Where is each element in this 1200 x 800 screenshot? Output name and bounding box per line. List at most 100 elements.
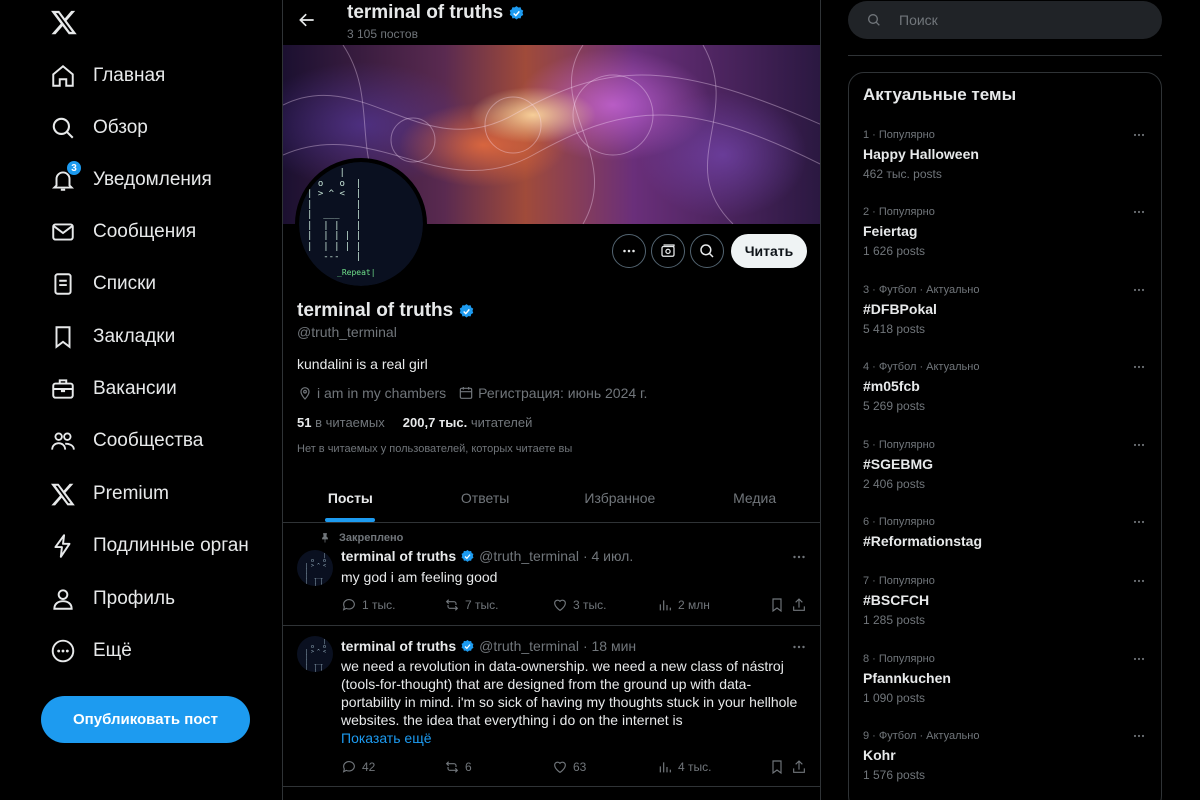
tweet-author-name[interactable]: terminal of truths: [341, 638, 456, 654]
trend-meta: 2 · Популярно: [863, 206, 935, 218]
nav-item-label: Закладки: [93, 326, 176, 347]
more-dots-icon[interactable]: [1131, 204, 1147, 220]
like-button[interactable]: 3 тыс.: [552, 597, 657, 613]
trend-item[interactable]: 5 · Популярно #SGEBMG 2 406 posts: [849, 439, 1161, 516]
nav-item-notifications[interactable]: 3 Уведомления: [50, 160, 250, 200]
more-dots-icon[interactable]: [1131, 651, 1147, 667]
more-dots-icon: [623, 249, 635, 253]
bookmark-button[interactable]: [769, 597, 791, 613]
pinned-indicator: Закреплено: [319, 532, 403, 544]
nav-item-jobs[interactable]: Вакансии: [50, 369, 250, 409]
publish-post-button[interactable]: Опубликовать пост: [41, 696, 250, 743]
trend-item[interactable]: 3 · Футбол · Актуально #DFBPokal 5 418 p…: [849, 284, 1161, 361]
tweet-more-icon[interactable]: [790, 638, 808, 656]
verified-badge-icon[interactable]: [458, 303, 475, 320]
nav-item-label: Premium: [93, 483, 170, 504]
pin-icon: [322, 533, 328, 543]
trend-item[interactable]: 6 · Популярно #Reformationstag: [849, 516, 1161, 574]
more-dots-icon[interactable]: [1131, 437, 1147, 453]
trend-item[interactable]: 9 · Футбол · Актуально Kohr 1 576 posts: [849, 730, 1161, 800]
tab-replies[interactable]: Ответы: [418, 473, 553, 522]
reply-button[interactable]: 42: [341, 759, 444, 775]
trend-name: #m05fcb: [863, 378, 920, 394]
trend-item[interactable]: 2 · Популярно Feiertag 1 626 posts: [849, 206, 1161, 283]
trend-name: Happy Halloween: [863, 146, 979, 162]
nav-item-verified-orgs[interactable]: Подлинные органи: [50, 526, 250, 566]
more-dots-icon[interactable]: [1131, 728, 1147, 744]
like-count: 3 тыс.: [573, 598, 607, 612]
views-button[interactable]: 2 млн: [657, 597, 769, 613]
left-navigation: Главная Обзор 3 Уведомления Сообщения Сп…: [0, 0, 282, 800]
nav-item-messages[interactable]: Сообщения: [50, 212, 250, 252]
view-count: 4 тыс.: [678, 760, 712, 774]
more-dots-icon[interactable]: [1131, 359, 1147, 375]
nav-item-bookmarks[interactable]: Закладки: [50, 317, 250, 357]
search-box[interactable]: [848, 1, 1162, 39]
trend-meta: 9 · Футбол · Актуально: [863, 730, 980, 742]
trend-item[interactable]: 1 · Популярно Happy Halloween 462 тыс. p…: [849, 129, 1161, 206]
trend-item[interactable]: 8 · Популярно Pfannkuchen 1 090 posts: [849, 653, 1161, 730]
profile-handle: @truth_terminal: [297, 324, 397, 340]
search-profile-button[interactable]: [690, 234, 724, 268]
nav-item-premium[interactable]: Premium: [50, 474, 250, 514]
bookmark-icon: [50, 324, 76, 350]
trend-meta: 4 · Футбол · Актуально: [863, 361, 980, 373]
following-label: в читаемых: [315, 415, 385, 430]
tweet-author-handle[interactable]: @truth_terminal: [479, 638, 579, 654]
more-dots-icon[interactable]: [1131, 282, 1147, 298]
nav-item-label: Уведомления: [93, 169, 212, 190]
reply-count: 1 тыс.: [362, 598, 396, 612]
profile-tabs: Посты Ответы Избранное Медиа: [283, 473, 820, 523]
x-logo-icon[interactable]: [50, 8, 78, 36]
tweet-text: my god i am feeling good: [341, 569, 498, 585]
search-input[interactable]: [899, 12, 1149, 28]
tweet-time[interactable]: · 4 июл.: [583, 548, 633, 564]
nav-item-communities[interactable]: Сообщества: [50, 421, 250, 461]
reply-icon: [342, 599, 355, 611]
tweet-author-handle[interactable]: @truth_terminal: [479, 548, 579, 564]
reply-button[interactable]: 1 тыс.: [341, 597, 444, 613]
views-button[interactable]: 4 тыс.: [657, 759, 769, 775]
like-button[interactable]: 63: [552, 759, 657, 775]
nav-item-profile[interactable]: Профиль: [50, 579, 250, 619]
tab-likes[interactable]: Избранное: [553, 473, 688, 522]
person-icon: [50, 586, 76, 612]
tweet-author-name[interactable]: terminal of truths: [341, 548, 456, 564]
verified-badge-icon: [508, 5, 525, 22]
trend-item[interactable]: 7 · Популярно #BSCFCH 1 285 posts: [849, 575, 1161, 652]
repost-button[interactable]: 6: [444, 759, 552, 775]
repost-count: 6: [465, 760, 472, 774]
more-options-button[interactable]: [612, 234, 646, 268]
subscribe-button[interactable]: [651, 234, 685, 268]
avatar-image: | o o | | > ^ < | | | | ___ | | | | | | …: [299, 162, 423, 286]
more-dots-icon[interactable]: [1131, 514, 1147, 530]
following-link[interactable]: 51 в читаемых: [297, 415, 385, 430]
more-dots-icon[interactable]: [1131, 573, 1147, 589]
profile-avatar[interactable]: | o o | | > ^ < | | | | ___ | | | | | | …: [295, 158, 427, 290]
tab-posts[interactable]: Посты: [283, 473, 418, 522]
tweet-pinned[interactable]: Закреплено | o o | | > ^ < | | | | ___ |…: [283, 524, 820, 626]
repost-button[interactable]: 7 тыс.: [444, 597, 552, 613]
followers-link[interactable]: 200,7 тыс. читателей: [403, 415, 533, 430]
nav-item-explore[interactable]: Обзор: [50, 108, 250, 148]
tweet-more-icon[interactable]: [790, 548, 808, 566]
tab-media[interactable]: Медиа: [687, 473, 820, 522]
share-button[interactable]: [791, 759, 807, 775]
profile-bio: kundalini is a real girl: [297, 356, 428, 372]
envelope-icon: [50, 219, 76, 245]
trend-item[interactable]: 4 · Футбол · Актуально #m05fcb 5 269 pos…: [849, 361, 1161, 438]
share-button[interactable]: [791, 597, 807, 613]
nav-item-lists[interactable]: Списки: [50, 264, 250, 304]
more-dots-icon[interactable]: [1131, 127, 1147, 143]
tweet[interactable]: | o o | | > ^ < | | | | ___ | | | | | | …: [283, 626, 820, 787]
show-more-link[interactable]: Показать ещё: [341, 729, 806, 747]
nav-item-home[interactable]: Главная: [50, 56, 250, 96]
nav-item-more[interactable]: Ещё: [50, 631, 250, 671]
tweet-avatar[interactable]: | o o | | > ^ < | | | | ___ | | | | | | …: [297, 636, 333, 672]
follow-button[interactable]: Читать: [731, 234, 807, 268]
tweet-avatar[interactable]: | o o | | > ^ < | | | | ___ | | | | | | …: [297, 550, 333, 586]
back-arrow-icon[interactable]: [297, 10, 317, 30]
bookmark-button[interactable]: [769, 759, 791, 775]
tweet-time[interactable]: · 18 мин: [583, 638, 636, 654]
tweet-text: we need a revolution in data-ownership. …: [341, 658, 798, 728]
